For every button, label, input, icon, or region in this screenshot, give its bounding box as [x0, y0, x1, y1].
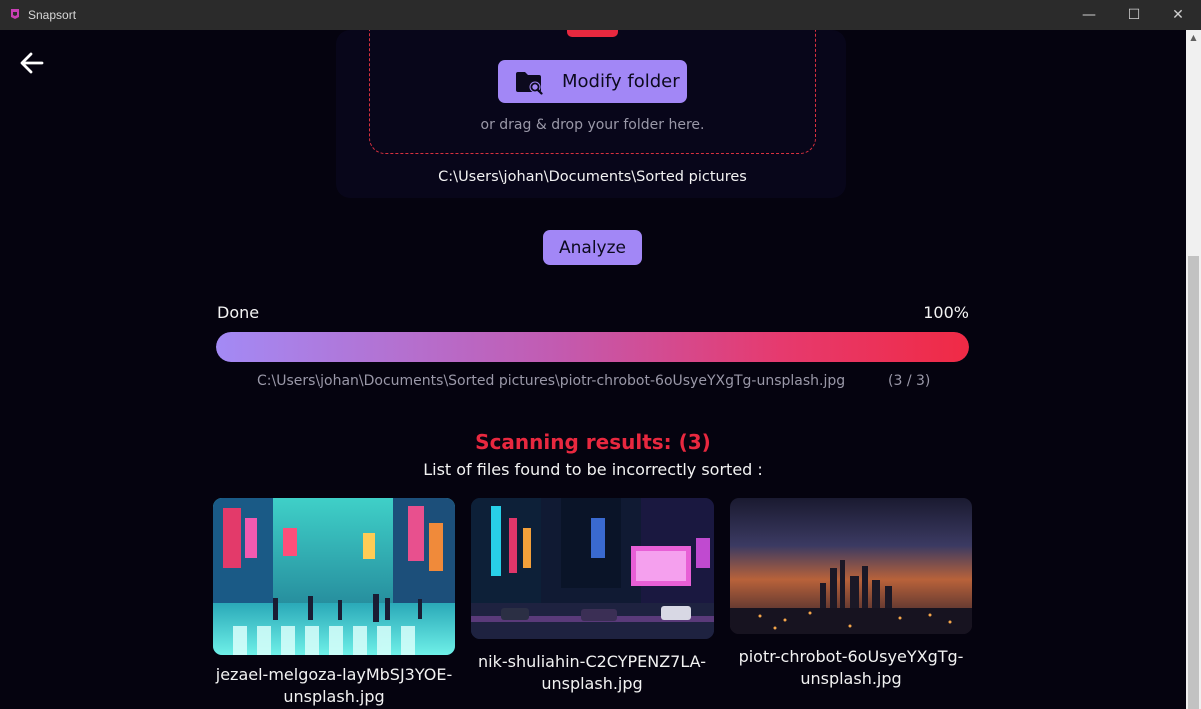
- file-count: (3 / 3): [888, 373, 931, 389]
- drag-drop-hint: or drag & drop your folder here.: [480, 117, 705, 133]
- progress-bar: [216, 332, 969, 362]
- window-title: Snapsort: [28, 8, 77, 22]
- modify-folder-button[interactable]: Modify folder: [498, 60, 687, 103]
- scroll-thumb[interactable]: [1188, 256, 1199, 709]
- result-filename: jezael-melgoza-layMbSJ3YOE- unsplash.jpg: [215, 665, 453, 706]
- result-filename: piotr-chrobot-6oUsyeYXgTg- unsplash.jpg: [738, 647, 964, 688]
- maximize-button[interactable]: ☐: [1111, 0, 1157, 30]
- title-bar: Snapsort — ☐ ✕: [0, 0, 1201, 30]
- photo-thumbnail-image: [213, 498, 455, 655]
- results-subtitle: List of files found to be incorrectly so…: [423, 460, 763, 479]
- progress-status: Done: [217, 303, 260, 322]
- modify-folder-label: Modify folder: [562, 71, 680, 92]
- minimize-button[interactable]: —: [1066, 0, 1112, 30]
- selected-folder-path: C:\Users\johan\Documents\Sorted pictures: [438, 169, 747, 185]
- current-file-path: C:\Users\johan\Documents\Sorted pictures…: [257, 373, 846, 389]
- drop-zone-indicator: [567, 30, 618, 37]
- close-button[interactable]: ✕: [1155, 0, 1201, 30]
- back-arrow-icon[interactable]: [18, 50, 46, 76]
- vertical-scrollbar[interactable]: ▲: [1186, 30, 1201, 709]
- results-title: Scanning results: (3): [475, 430, 711, 454]
- photo-thumbnail-image: [730, 498, 972, 634]
- folder-search-icon: [516, 72, 543, 95]
- result-thumbnail[interactable]: [213, 498, 455, 655]
- progress-bar-fill: [216, 332, 969, 362]
- result-filename: nik-shuliahin-C2CYPENZ7LA- unsplash.jpg: [478, 652, 706, 693]
- scroll-up-arrow-icon[interactable]: ▲: [1186, 30, 1201, 45]
- analyze-button[interactable]: Analyze: [543, 230, 642, 265]
- result-thumbnail[interactable]: [730, 498, 972, 634]
- app-logo-icon: [11, 9, 19, 19]
- result-thumbnail[interactable]: [471, 498, 714, 639]
- progress-percent: 100%: [923, 303, 969, 322]
- photo-thumbnail-image: [471, 498, 714, 639]
